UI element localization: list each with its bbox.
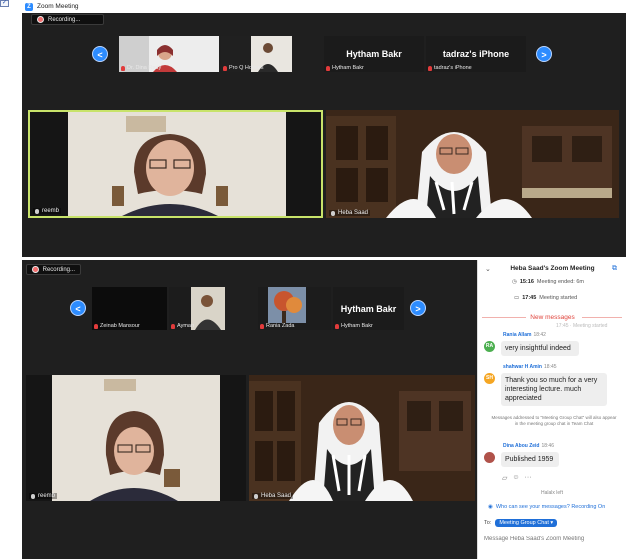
thumbnail-name: Dr. Dina Rady <box>121 65 161 71</box>
avatar[interactable]: SH <box>484 373 495 384</box>
participant-video <box>326 110 619 218</box>
recipient-row: To: Meeting Group Chat ▾ <box>484 519 558 527</box>
thumbnail-name: Hytham Bakr <box>326 65 364 71</box>
message-bubble[interactable]: Thank you so much for a very interesting… <box>501 373 607 406</box>
mic-icon <box>254 493 258 499</box>
participant-display-name: Hytham Bakr <box>340 304 397 314</box>
recording-label: Recording... <box>42 266 75 273</box>
thumbnail-hytham-bakr[interactable]: Hytham Bakr Hytham Bakr <box>324 36 424 72</box>
message-sender: Dina Abou Zeid 18:46 <box>503 443 554 449</box>
tile-name: reemb <box>29 493 58 499</box>
to-label: To: <box>484 520 492 526</box>
system-message: ◷ 15:16 Meeting ended: 6m <box>512 279 584 285</box>
video-tile-heba-saad[interactable]: Heba Saad <box>326 110 619 218</box>
muted-mic-icon <box>260 323 264 329</box>
chat-panel: ⌄ Heba Saad's Zoom Meeting ⧉ ◷ 15:16 Meet… <box>477 260 626 559</box>
who-can-see-messages[interactable]: ◉ Who can see your messages? Recording O… <box>488 504 605 510</box>
next-page-button[interactable]: > <box>536 46 552 62</box>
participant-display-name: tadraz's iPhone <box>442 49 510 59</box>
muted-mic-icon <box>428 65 432 71</box>
emoji-icon[interactable]: ☺ <box>512 474 519 482</box>
thumbnail-name: Zeinab Mansour <box>94 323 140 329</box>
recording-label: Recording... <box>48 16 81 23</box>
thumbnail-ayman[interactable]: Ayman <box>169 287 225 330</box>
thumbnail-name: Rania Zada <box>260 323 294 329</box>
thumbnail-dina-rady[interactable]: Dr. Dina Rady <box>119 36 219 72</box>
mic-icon <box>35 208 39 214</box>
thumbnail-name: tadraz's iPhone <box>428 65 472 71</box>
message-bubble[interactable]: very insightful indeed <box>501 341 579 356</box>
participant-display-name: Hytham Bakr <box>346 49 402 59</box>
camera-icon: ▭ <box>514 295 520 301</box>
left-notice: Halalx left <box>541 490 563 496</box>
muted-mic-icon <box>223 65 227 71</box>
system-message: ▭ 17:45 Meeting started <box>514 295 578 301</box>
thumbnail-hytham-bakr[interactable]: Hytham Bakr Hytham Bakr <box>333 287 404 330</box>
participant-video <box>26 375 246 501</box>
tile-name: Heba Saad <box>329 210 371 216</box>
clock-icon: ◷ <box>512 279 517 285</box>
message-actions: ▱ ☺ ··· <box>502 474 532 482</box>
avatar[interactable] <box>484 452 495 463</box>
people-icon: ◉ <box>488 504 493 510</box>
thumbnail-tadraz-iphone[interactable]: tadraz's iPhone tadraz's iPhone <box>426 36 526 72</box>
next-page-button[interactable]: > <box>410 300 426 316</box>
divider <box>582 317 622 318</box>
recording-dot-icon <box>37 16 44 23</box>
chat-header: Heba Saad's Zoom Meeting <box>510 265 595 272</box>
avatar[interactable]: RA <box>484 341 495 352</box>
muted-mic-icon <box>94 323 98 329</box>
thumbnail-name: Pro Q Holmes <box>223 65 264 71</box>
muted-mic-icon <box>171 323 175 329</box>
zoom-window-bottom: Recording... < Zeinab Mansour Ayman Rani… <box>22 260 477 559</box>
video-tile-heba-saad[interactable]: Heba Saad <box>249 375 475 501</box>
muted-mic-icon <box>121 65 125 71</box>
recording-indicator[interactable]: Recording... <box>31 14 104 25</box>
window-titlebar: Z Zoom Meeting <box>22 0 626 13</box>
thumbnail-zeinab-mansour[interactable]: Zeinab Mansour <box>92 287 167 330</box>
thumbnail-name: Hytham Bakr <box>335 323 373 329</box>
recipient-dropdown[interactable]: Meeting Group Chat ▾ <box>495 519 558 527</box>
window-title: Zoom Meeting <box>37 3 79 10</box>
prev-page-button[interactable]: < <box>70 300 86 316</box>
thumbnail-rania-zada[interactable]: Rania Zada <box>258 287 331 330</box>
recording-indicator[interactable]: Recording... <box>26 264 81 275</box>
thumbnail-name: Ayman <box>171 323 194 329</box>
faded-system-message: 17:45 · Meeting started <box>556 323 608 329</box>
message-sender: shahwar H Amin 18:45 <box>503 364 557 370</box>
message-bubble[interactable]: Published 1959 <box>501 452 559 467</box>
screenshot-root: ✓ Z Zoom Meeting Recording... < Dr. Dina… <box>0 0 639 559</box>
video-tile-reemb[interactable]: reemb <box>26 375 246 501</box>
participant-video <box>249 375 475 501</box>
checkbox-icon[interactable]: ✓ <box>0 0 9 7</box>
zoom-logo-icon: Z <box>25 2 33 11</box>
tile-name: Heba Saad <box>252 493 294 499</box>
participant-video <box>30 112 321 216</box>
thumbnail-pro-q-holmes[interactable]: Pro Q Holmes <box>221 36 292 72</box>
popout-icon[interactable]: ⧉ <box>612 265 617 273</box>
tile-name: reemb <box>33 208 62 214</box>
prev-page-button[interactable]: < <box>92 46 108 62</box>
chat-message-input[interactable] <box>484 534 620 544</box>
mic-icon <box>331 210 335 216</box>
muted-mic-icon <box>326 65 330 71</box>
video-tile-reemb[interactable]: reemb <box>28 110 323 218</box>
message-sender: Rania Allam 18:42 <box>503 332 546 338</box>
mic-icon <box>31 493 35 499</box>
zoom-window-top: Z Zoom Meeting Recording... < Dr. Dina R… <box>22 0 626 257</box>
more-icon[interactable]: ··· <box>525 474 532 482</box>
muted-mic-icon <box>335 323 339 329</box>
chat-info-note: Messages addressed to "Meeting Group Cha… <box>491 415 617 426</box>
reply-icon[interactable]: ▱ <box>502 474 507 482</box>
recording-dot-icon <box>32 266 39 273</box>
